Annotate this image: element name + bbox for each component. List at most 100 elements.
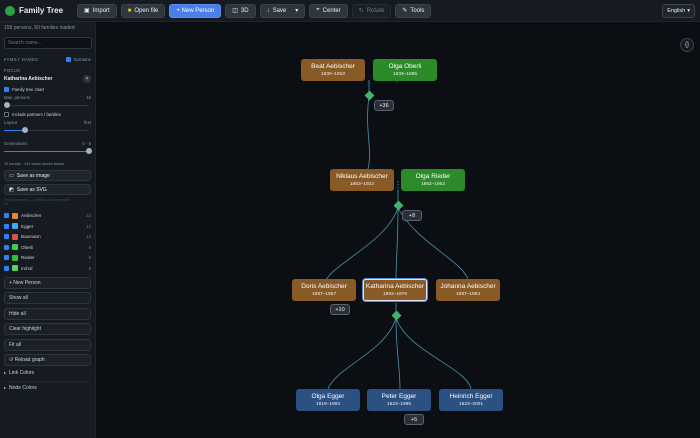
folder-icon: ■ (127, 7, 132, 14)
person-name: Olga Egger (311, 392, 345, 400)
person-node-peter[interactable]: Peter Egger 1923–1985 (367, 389, 431, 411)
family-tree-chart-checkbox[interactable] (4, 87, 9, 92)
rotate-button[interactable]: ↻ Rotate (351, 3, 392, 18)
reload-graph-button[interactable]: ↺ Reload graph (4, 354, 91, 366)
center-button[interactable]: ⌖ Center (309, 3, 348, 18)
family-count: 8 (88, 255, 91, 260)
clear-highlight-button[interactable]: Clear highlight (4, 323, 91, 335)
family-filter-row[interactable]: Egger 12 (4, 223, 91, 230)
family-checkbox[interactable] (4, 265, 9, 271)
wrench-icon: ✎ (402, 8, 408, 14)
image-icon: ▭ (9, 172, 14, 179)
person-years: 1862–1953 (420, 181, 445, 187)
person-node-olga-r[interactable]: Olga Rieder 1862–1953 (401, 169, 465, 191)
family-color-swatch[interactable] (12, 223, 18, 229)
action-list: + New Person Show all Hide all Clear highli… (4, 276, 91, 366)
family-name: Baumann (21, 234, 41, 239)
new-person-button[interactable]: + New Person (169, 3, 222, 18)
family-filter-row[interactable]: Imhof 6 (4, 265, 91, 272)
sidebar: 158 persons, 50 families loaded FAMILY N… (0, 22, 96, 438)
family-filter-row[interactable]: Aebischer 22 (4, 212, 91, 219)
rotate-icon: ↻ (358, 8, 364, 14)
download-icon: ↓ (266, 7, 270, 14)
family-name: Rieder (21, 255, 35, 260)
family-checkbox[interactable] (4, 244, 9, 250)
family-color-swatch[interactable] (12, 212, 18, 219)
chevron-right-icon: ▸ (4, 385, 7, 390)
family-checkbox[interactable] (4, 223, 9, 229)
family-checkbox[interactable] (4, 213, 9, 218)
language-select[interactable]: English ▾ (662, 4, 695, 18)
family-checkbox[interactable] (4, 234, 9, 239)
family-color-swatch[interactable] (12, 265, 18, 271)
generations-slider[interactable] (4, 148, 92, 154)
person-years: 1833–1895 (392, 71, 417, 77)
family-color-swatch[interactable] (12, 233, 18, 240)
max-persons-slider[interactable] (4, 102, 91, 108)
family-filter-row[interactable]: Baumann 13 (4, 233, 91, 240)
person-name: Beat Aebischer (311, 62, 355, 70)
node-colors-toggle[interactable]: ▸ Node Colors (4, 385, 91, 391)
search-input[interactable] (4, 37, 92, 49)
person-years: 1863–1922 (349, 181, 374, 187)
person-node-doris[interactable]: Doris Aebischer 1897–1957 (292, 279, 356, 301)
family-color-swatch[interactable] (12, 244, 18, 250)
person-node-niklaus[interactable]: Niklaus Aebischer 1863–1922 (330, 169, 394, 191)
family-name: Aebischer (21, 213, 42, 218)
person-name: Niklaus Aebischer (336, 172, 388, 180)
person-years: 1830–1910 (320, 71, 345, 77)
person-years: 1897–1984 (455, 291, 480, 297)
status-text: 158 persons, 50 families loaded (4, 25, 75, 31)
person-name: Peter Egger (381, 392, 417, 400)
show-all-button[interactable]: Show all (4, 292, 91, 304)
family-count: 22 (86, 213, 91, 218)
person-node-johanna[interactable]: Johanna Aebischer 1897–1984 (436, 279, 500, 301)
center-icon: ⌖ (316, 7, 320, 13)
new-person-action[interactable]: + New Person (4, 276, 91, 289)
tools-button[interactable]: ✎ Tools (395, 3, 432, 18)
import-button[interactable]: ▣ Import (77, 3, 117, 18)
link-colors-toggle[interactable]: ▸ Link Colors (4, 370, 91, 376)
family-list: Aebischer 22 Egger 12 Baumann 13 Oberli 8 Rieder… (4, 212, 91, 272)
person-name: Doris Aebischer (301, 282, 347, 290)
family-filter-row[interactable]: Oberli 8 (4, 244, 91, 251)
person-name: Olga Oberli (388, 62, 422, 70)
expand-badge[interactable]: +10 (330, 304, 350, 315)
expand-badge[interactable]: +8 (402, 210, 422, 221)
person-node-olga-e[interactable]: Olga Egger 1919–1993 (296, 389, 360, 411)
selection-count: 10 (4, 202, 8, 206)
person-node-katharina[interactable]: Katharina Aebischer 1893–1976 (363, 279, 427, 301)
tree-canvas[interactable]: {} +36 +8 +10 +5 Beat Aebischer 1830–1910… (96, 22, 700, 438)
surname-checkbox[interactable] (65, 57, 71, 62)
family-filter-row[interactable]: Rieder 8 (4, 254, 91, 261)
family-count: 6 (88, 265, 91, 271)
family-name: Oberli (21, 244, 34, 250)
include-partners-checkbox[interactable] (4, 112, 9, 117)
person-years: 1893–1976 (382, 291, 407, 297)
hide-all-button[interactable]: Hide all (4, 307, 91, 320)
cube-icon: ◫ (232, 8, 238, 14)
family-color-swatch[interactable] (12, 254, 18, 261)
open-file-button[interactable]: ■ Open file (120, 3, 166, 18)
app-title: Family Tree (5, 5, 63, 16)
person-node-olga-o[interactable]: Olga Oberli 1833–1895 (373, 59, 437, 81)
top-toolbar: Family Tree ▣ Import ■ Open file + New Per… (0, 0, 700, 22)
view-3d-button[interactable]: ◫ 3D (225, 3, 256, 18)
layout-slider[interactable] (4, 127, 91, 133)
focus-label: FOCUS (4, 68, 21, 73)
clear-focus-button[interactable]: × (83, 75, 91, 83)
person-years: 1897–1957 (311, 291, 336, 297)
person-node-beat[interactable]: Beat Aebischer 1830–1910 (301, 59, 365, 81)
import-icon: ▣ (84, 8, 90, 14)
expand-badge[interactable]: +36 (374, 100, 394, 111)
person-node-heinrich[interactable]: Heinrich Egger 1923–2001 (439, 389, 503, 411)
chevron-down-icon: ▾ (687, 8, 690, 14)
expand-badge[interactable]: +5 (404, 414, 424, 425)
save-image-button[interactable]: ▭ Save as image (4, 170, 91, 181)
collapse-code-icon[interactable]: {} (680, 38, 694, 52)
save-svg-button[interactable]: ◩ Save as SVG (4, 184, 91, 195)
save-button[interactable]: ↓ Save ▾ (259, 3, 306, 18)
family-checkbox[interactable] (4, 255, 9, 260)
chevron-down-icon: ▾ (295, 8, 299, 14)
fit-all-button[interactable]: Fit all (4, 338, 91, 351)
